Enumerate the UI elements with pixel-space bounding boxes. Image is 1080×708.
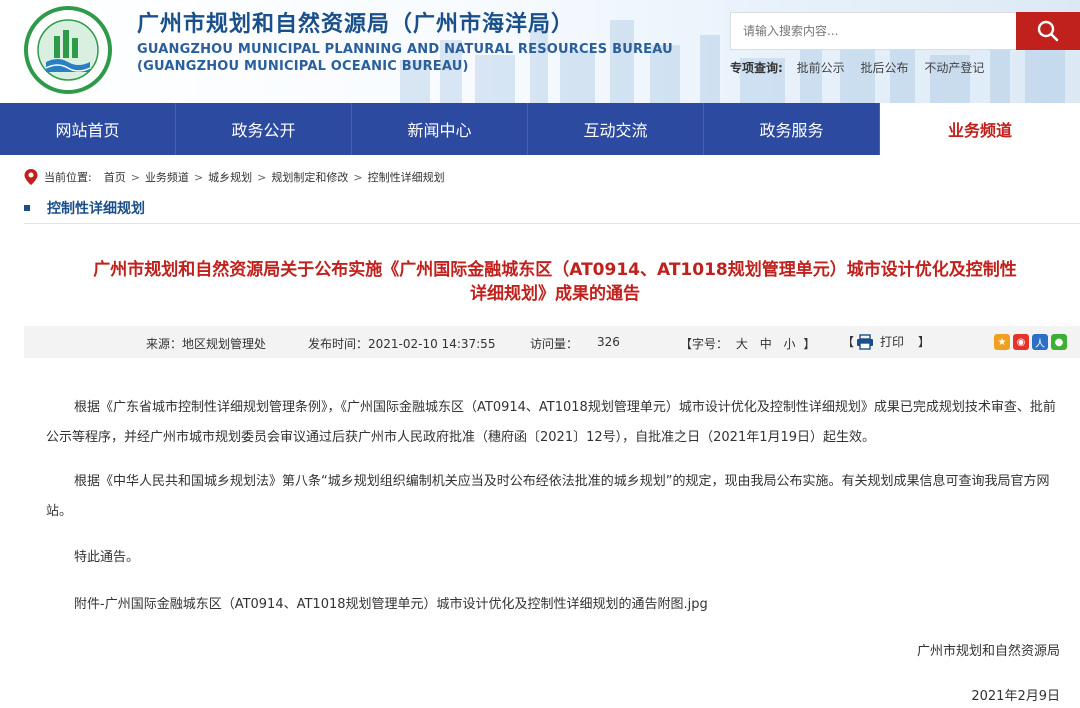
article-visits-count: 326: [597, 335, 620, 349]
breadcrumb-separator: >: [193, 170, 204, 184]
article-paragraph-1: 根据《广东省城市控制性详细规划管理条例》，《广州国际金融城东区（AT0914、A…: [46, 400, 1056, 445]
breadcrumb-prefix: 当前位置:: [44, 171, 92, 184]
nav-home[interactable]: 网站首页: [0, 103, 176, 155]
nav-business[interactable]: 业务频道: [880, 103, 1080, 155]
font-size-label: 【字号：: [680, 337, 729, 351]
nav-interaction[interactable]: 互动交流: [528, 103, 704, 155]
article-date: 2021年2月9日: [971, 689, 1060, 704]
article-paragraph-2: 根据《中华人民共和国城乡规划法》第八条“城乡规划组织编制机关应当及时公布经依法批…: [46, 474, 1050, 519]
search-box: [730, 12, 1018, 50]
breadcrumb-urban-planning[interactable]: 城乡规划: [208, 169, 252, 185]
square-bullet-icon: [24, 205, 30, 211]
article-meta-bar: 来源：地区规划管理处 发布时间：2021-02-10 14:37:55 访问量：…: [24, 326, 1080, 358]
article-title: 广州市规划和自然资源局关于公布实施《广州国际金融城东区（AT0914、AT101…: [30, 258, 1080, 306]
printer-icon: [857, 333, 874, 350]
site-title-en: GUANGZHOU MUNICIPAL PLANNING AND NATURAL…: [137, 42, 673, 57]
nav-services[interactable]: 政务服务: [704, 103, 880, 155]
breadcrumb-home[interactable]: 首页: [104, 169, 126, 185]
print-label: 打印: [880, 335, 905, 349]
article-title-line2: 详细规划》成果的通告: [470, 284, 640, 304]
breadcrumb: 当前位置: 首页 > 业务频道 > 城乡规划 > 规划制定和修改 > 控制性详细…: [24, 168, 445, 186]
qzone-share-icon[interactable]: ★: [994, 334, 1010, 350]
font-large-button[interactable]: 大: [736, 337, 748, 351]
print-button[interactable]: 【 打印 】: [842, 333, 930, 350]
quick-link-real-estate[interactable]: 不动产登记: [924, 61, 984, 75]
nav-gov-info[interactable]: 政务公开: [176, 103, 352, 155]
article-signature: 广州市规划和自然资源局: [916, 644, 1060, 659]
renren-share-icon[interactable]: 人: [1032, 334, 1048, 350]
nav-news[interactable]: 新闻中心: [352, 103, 528, 155]
bureau-emblem-icon[interactable]: [24, 6, 112, 94]
breadcrumb-separator: >: [257, 170, 267, 184]
section-heading: 控制性详细规划: [24, 198, 145, 218]
article-publish-time: 发布时间：2021-02-10 14:37:55: [308, 337, 496, 351]
section-divider: [24, 223, 1080, 224]
site-subtitle-en: (GUANGZHOU MUNICIPAL OCEANIC BUREAU): [137, 59, 469, 74]
font-size-control: 【字号： 大 中 小 】: [680, 335, 815, 352]
article-source: 来源：地区规划管理处: [146, 337, 267, 351]
breadcrumb-separator: >: [130, 170, 140, 184]
wechat-share-icon[interactable]: ●: [1051, 334, 1067, 350]
font-medium-button[interactable]: 中: [760, 337, 772, 351]
breadcrumb-business[interactable]: 业务频道: [145, 169, 189, 185]
article-title-line1: 广州市规划和自然资源局关于公布实施《广州国际金融城东区（AT0914、AT101…: [93, 260, 1017, 280]
site-header: 广州市规划和自然资源局（广州市海洋局） GUANGZHOU MUNICIPAL …: [0, 0, 1080, 103]
share-toolbar: ★ ◉ 人 ●: [994, 334, 1067, 350]
article-paragraph-3: 特此通告。: [74, 550, 140, 565]
attachment-link[interactable]: 附件-广州国际金融城东区（AT0914、AT1018规划管理单元）城市设计优化及…: [74, 590, 1064, 620]
site-title-cn: 广州市规划和自然资源局（广州市海洋局）: [137, 12, 575, 37]
section-heading-text: 控制性详细规划: [47, 201, 145, 217]
article-visits-label: 访问量：: [530, 337, 579, 351]
breadcrumb-separator: >: [353, 170, 363, 184]
font-small-button[interactable]: 小: [784, 337, 796, 351]
weibo-share-icon[interactable]: ◉: [1013, 334, 1029, 350]
quick-link-post-approval[interactable]: 批后公布: [860, 61, 908, 75]
print-bracket-close: 】: [918, 335, 931, 349]
quick-link-pre-approval[interactable]: 批前公示: [797, 61, 845, 75]
quick-links-label: 专项查询:: [730, 61, 783, 75]
search-input[interactable]: [731, 13, 1018, 49]
main-nav: 网站首页 政务公开 新闻中心 互动交流 政务服务 业务频道: [0, 103, 1080, 155]
quick-links: 专项查询: 批前公示 批后公布 不动产登记: [730, 59, 996, 76]
search-button[interactable]: [1016, 12, 1080, 50]
search-icon: [1037, 20, 1059, 42]
print-bracket-open: 【: [842, 335, 855, 349]
breadcrumb-plan-making[interactable]: 规划制定和修改: [271, 169, 348, 185]
font-size-bracket: 】: [803, 337, 816, 351]
location-pin-icon: [24, 169, 38, 185]
breadcrumb-regulatory-plan[interactable]: 控制性详细规划: [368, 169, 445, 185]
